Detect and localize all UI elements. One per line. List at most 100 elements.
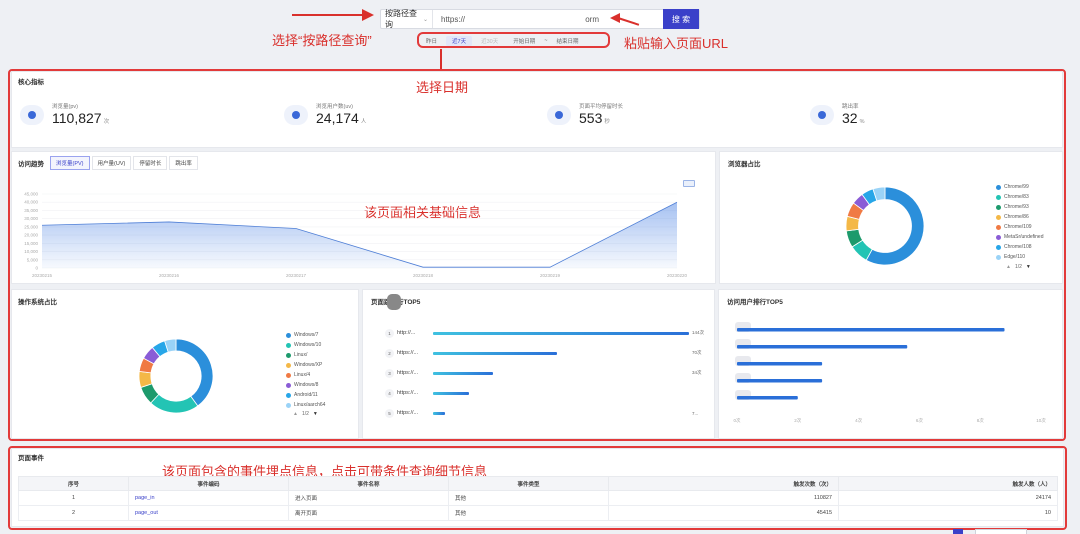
legend-item[interactable]: Linux/aarch64 <box>286 400 325 410</box>
legend-item[interactable]: Edge/110 <box>996 252 1043 262</box>
legend-item[interactable]: Chrome/108 <box>996 242 1043 252</box>
rank-row[interactable]: 1 http://... 144次 <box>385 323 715 343</box>
y-tick-label: 15,000 <box>24 241 38 246</box>
triangle-down-icon[interactable]: ▼ <box>313 411 318 417</box>
cell-users: 10 <box>838 505 1058 521</box>
legend-item[interactable]: Windows/8 <box>286 380 325 390</box>
rank-bar <box>433 391 469 395</box>
rank-row[interactable]: 5 https://... 7... <box>385 403 715 423</box>
y-tick-label: 10,000 <box>24 249 38 254</box>
x-tick-label: 2次 <box>794 417 802 424</box>
legend-label: Android/11 <box>294 392 318 398</box>
events-table: 序号 事件编码 事件名称 事件类型 触发次数（次） 触发人数（人） 1 page… <box>18 476 1058 521</box>
date-end[interactable]: 结束日期 <box>550 36 584 46</box>
legend-item[interactable]: Linux/ <box>286 350 325 360</box>
tab-duration[interactable]: 停留时长 <box>133 156 168 170</box>
triangle-down-icon[interactable]: ▼ <box>1026 264 1031 270</box>
legend-item[interactable]: Chrome/86 <box>996 212 1043 222</box>
legend-item[interactable]: Chrome/99 <box>996 182 1043 192</box>
pageview-icon <box>20 105 44 125</box>
page-size-select[interactable] <box>975 529 1027 534</box>
browser-panel: 浏览器占比 Chrome/99 Chrome/83 Chrome/93 Chrome/… <box>719 151 1063 284</box>
annotation-paste-url: 粘贴输入页面URL <box>624 36 729 51</box>
legend-label: Chrome/93 <box>1004 204 1029 210</box>
user-rank-bar <box>737 396 798 400</box>
legend-item[interactable]: Windows/10 <box>286 340 325 350</box>
rank-bar-track <box>433 371 689 375</box>
rank-row[interactable]: 4 https://... <box>385 383 715 403</box>
search-mode-select[interactable]: 按路径查询 ⌄ <box>381 9 433 29</box>
date-start[interactable]: 开始日期 <box>507 36 541 46</box>
os-donut-chart <box>138 338 214 414</box>
legend-item[interactable]: Chrome/93 <box>996 202 1043 212</box>
x-tick-label: 20230219 <box>540 273 561 278</box>
legend-item[interactable]: Android/11 <box>286 390 325 400</box>
date-yesterday[interactable]: 昨日 <box>420 36 443 46</box>
os-legend: Windows/7 Windows/10 Linux/Windows/XP Linux… <box>286 330 325 410</box>
col-index: 序号 <box>18 476 129 491</box>
table-row[interactable]: 2 page_out 离开页面 其他 45415 10 <box>18 505 1058 521</box>
annotation-select-mode: 选择“按路径查询” <box>272 33 372 48</box>
browser-title: 浏览器占比 <box>728 161 761 168</box>
table-row[interactable]: 1 page_in 进入页面 其他 110827 24174 <box>18 490 1058 506</box>
date-last-30-days[interactable]: 近30天 <box>475 36 504 46</box>
tab-pv[interactable]: 浏览量(PV) <box>50 156 90 170</box>
legend-item[interactable]: Chrome/109 <box>996 222 1043 232</box>
core-metrics-title: 核心指标 <box>18 79 44 86</box>
search-button[interactable]: 搜 索 <box>663 9 699 29</box>
triangle-up-icon[interactable]: ▲ <box>293 411 298 417</box>
rank-row[interactable]: 3 https://... 34次 <box>385 363 715 383</box>
x-tick-label: 20230218 <box>413 273 434 278</box>
x-tick-label: 8次 <box>977 417 985 424</box>
legend-swatch <box>996 244 1001 250</box>
cell-index: 2 <box>18 505 129 521</box>
x-tick-label: 20230215 <box>32 273 53 278</box>
legend-swatch <box>996 214 1001 220</box>
kpi-label: 页面平均停留时长 <box>579 104 624 110</box>
rank-bar-track <box>433 331 689 335</box>
url-input[interactable]: https:// orm <box>433 10 663 28</box>
annotation-arrow <box>292 14 364 16</box>
pie-slice <box>175 338 214 407</box>
browser-pager: ▲ 1/2 ▼ <box>1006 264 1031 270</box>
legend-item[interactable]: MetaSr/undefined <box>996 232 1043 242</box>
cell-index: 1 <box>18 490 129 506</box>
tab-bounce[interactable]: 跳出率 <box>169 156 198 170</box>
kpi-label: 跳出率 <box>842 104 859 110</box>
legend-swatch <box>996 184 1001 190</box>
os-panel: 操作系统占比 Windows/7 Windows/10 Linux/Windows/… <box>11 289 359 439</box>
cell-code-link[interactable]: page_in <box>128 490 289 506</box>
kpi-unit: % <box>859 119 865 125</box>
rank-value: 7... <box>692 410 699 416</box>
kpi-unit: 秒 <box>604 119 610 125</box>
legend-item[interactable]: Windows/7 <box>286 330 325 340</box>
col-type: 事件类型 <box>448 476 609 491</box>
rank-url: https://... <box>397 390 419 396</box>
legend-item[interactable]: Chrome/83 <box>996 192 1043 202</box>
legend-item[interactable]: Linux/4 <box>286 370 325 380</box>
legend-swatch <box>286 372 291 378</box>
legend-swatch <box>286 362 291 368</box>
redaction-blob <box>387 294 401 310</box>
page-rank-panel: 页面跳转行TOP5 1http://...144次2https://...70次… <box>362 289 715 439</box>
rank-number: 3 <box>385 368 394 378</box>
pagination-current[interactable] <box>953 529 963 534</box>
cell-code-link[interactable]: page_out <box>128 505 289 521</box>
legend-label: Linux/aarch64 <box>294 402 326 408</box>
annotation-connector <box>440 49 442 71</box>
events-panel: 页面事件 该页面包含的事件埋点信息，点击可带条件查询细节信息 序号 事件编码 事… <box>11 448 1064 527</box>
legend-item[interactable]: Windows/XP <box>286 360 325 370</box>
rank-bar-track <box>433 391 689 395</box>
kpi-unit: 人 <box>360 119 367 125</box>
legend-label: MetaSr/undefined <box>1004 234 1044 240</box>
date-separator: ~ <box>544 38 548 44</box>
tab-uv[interactable]: 用户量(UV) <box>91 156 132 170</box>
trend-header: 访问趋势 浏览量(PV) 用户量(UV) 停留时长 跳出率 <box>18 156 198 170</box>
rank-row[interactable]: 2 https://... 70次 <box>385 343 715 363</box>
legend-swatch <box>286 352 291 358</box>
kpi-duration: 页面平均停留时长 553 秒 <box>547 102 623 128</box>
rank-url: https://... <box>397 410 419 416</box>
date-last-7-days[interactable]: 近7天 <box>446 36 473 46</box>
y-tick-label: 0 <box>35 266 38 271</box>
triangle-up-icon[interactable]: ▲ <box>1006 264 1011 270</box>
